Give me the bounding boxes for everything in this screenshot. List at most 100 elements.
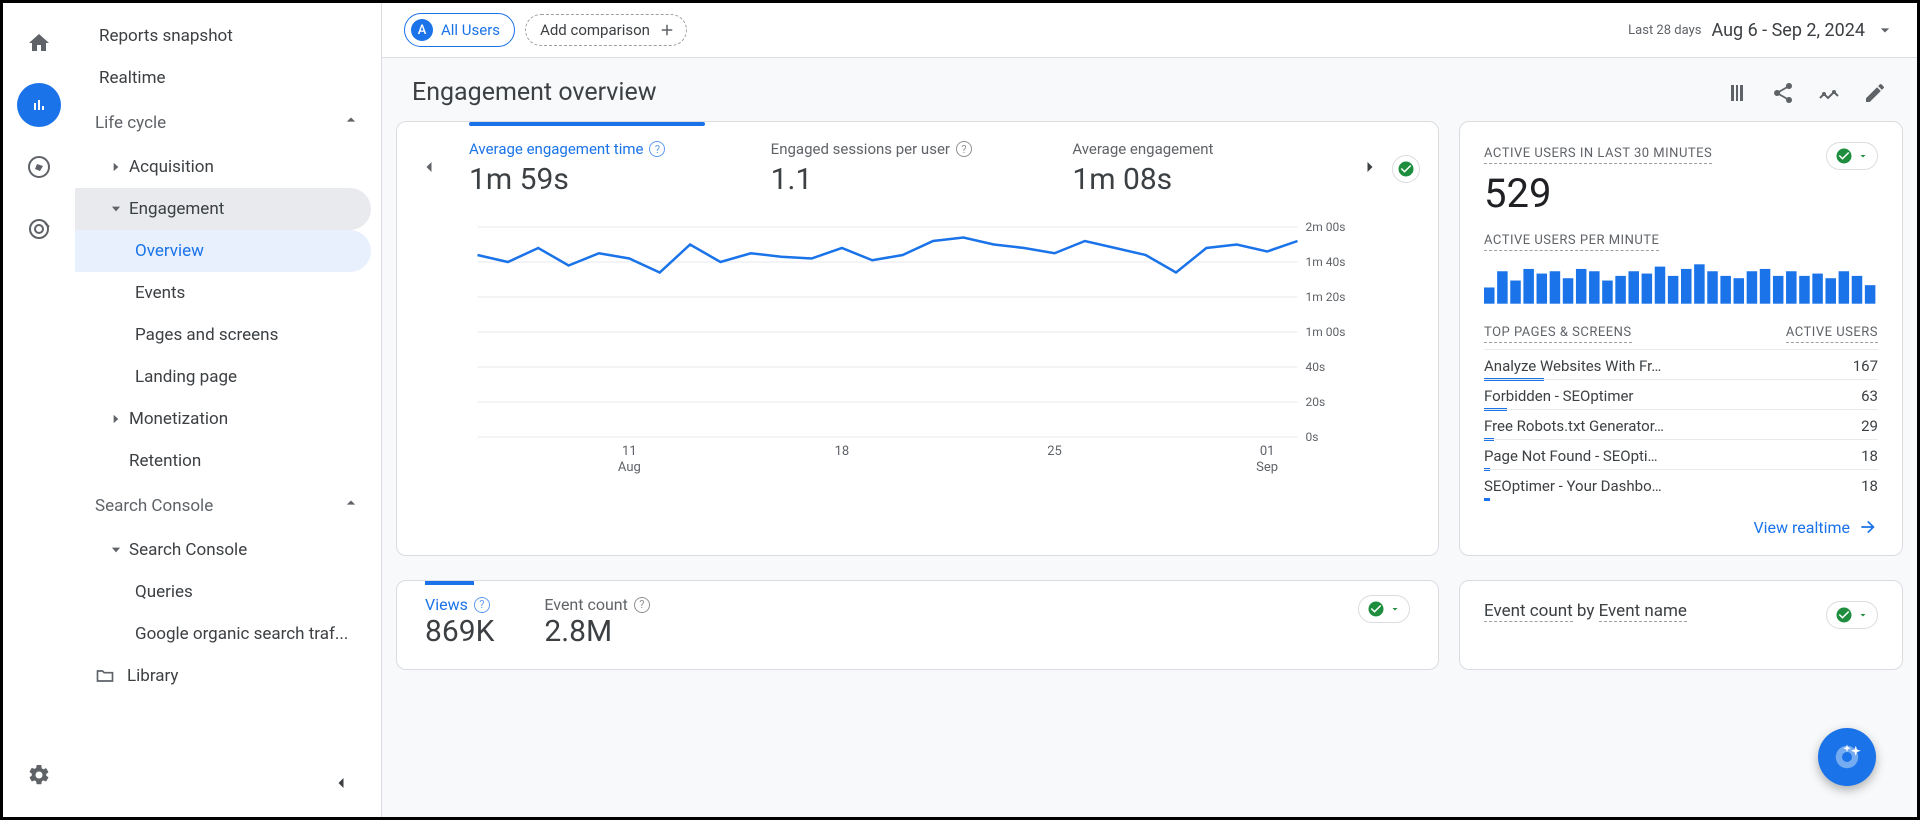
metric-label: Engaged sessions per user — [771, 140, 950, 158]
view-realtime-link[interactable]: View realtime — [1460, 509, 1902, 555]
views-card: Views? 869K Event count? 2.8M — [396, 580, 1439, 670]
sidebar-label: Library — [127, 666, 178, 686]
compare-icon[interactable] — [1725, 81, 1749, 105]
sidebar-item-realtime[interactable]: Realtime — [75, 57, 381, 99]
svg-text:01: 01 — [1260, 444, 1275, 459]
sidebar-item-events[interactable]: Events — [75, 272, 381, 314]
realtime-card: ACTIVE USERS IN LAST 30 MINUTES 529 ACTI… — [1459, 121, 1903, 556]
page-row[interactable]: Forbidden - SEOptimer63 — [1484, 379, 1878, 409]
svg-text:1m 00s: 1m 00s — [1306, 325, 1346, 339]
sidebar-item-library[interactable]: Library — [75, 655, 381, 697]
date-range-label: Last 28 days — [1628, 23, 1701, 38]
explore-icon[interactable] — [17, 145, 61, 189]
metric-label: Views — [425, 595, 468, 614]
advertising-icon[interactable] — [17, 207, 61, 251]
chip-all-users[interactable]: A All Users — [404, 13, 515, 47]
chip-badge: A — [411, 19, 433, 41]
help-icon[interactable]: ? — [634, 597, 650, 613]
event-count-card: Event count by Event name — [1459, 580, 1903, 670]
svg-text:0s: 0s — [1306, 430, 1319, 444]
sidebar-item-pages-screens[interactable]: Pages and screens — [75, 314, 381, 356]
sidebar-label: Search Console — [95, 496, 213, 516]
svg-text:20s: 20s — [1306, 395, 1326, 409]
sidebar-item-engagement[interactable]: Engagement — [75, 188, 371, 230]
metrics-row: Average engagement time? 1m 59s Engaged … — [397, 122, 1438, 207]
page-header: Engagement overview — [382, 58, 1917, 121]
sidebar-label: Engagement — [129, 199, 224, 219]
sidebar-item-organic[interactable]: Google organic search traf... — [75, 613, 381, 655]
metric-engaged-sessions-per-user[interactable]: Engaged sessions per user? 1.1 — [753, 140, 1047, 197]
svg-text:Sep: Sep — [1256, 460, 1278, 475]
reports-icon[interactable] — [17, 83, 61, 127]
chip-add-comparison[interactable]: Add comparison — [525, 14, 687, 46]
help-icon[interactable]: ? — [956, 141, 972, 157]
edit-icon[interactable] — [1863, 81, 1887, 105]
folder-icon — [95, 666, 115, 686]
metric-value: 2.8M — [544, 614, 649, 649]
svg-text:1m 20s: 1m 20s — [1306, 290, 1346, 304]
help-icon[interactable]: ? — [474, 597, 490, 613]
metric-value: 1m 59s — [469, 162, 727, 197]
status-dropdown[interactable] — [1358, 595, 1410, 623]
metric-next-icon[interactable] — [1356, 157, 1384, 181]
metric-label: Average engagement — [1072, 140, 1213, 158]
svg-text:2m 00s: 2m 00s — [1306, 220, 1346, 234]
sidebar-item-monetization[interactable]: Monetization — [75, 398, 381, 440]
chip-label: Add comparison — [540, 21, 650, 39]
per-minute-label: ACTIVE USERS PER MINUTE — [1484, 233, 1659, 251]
engagement-line-chart: 2m 00s1m 40s1m 20s1m 00s40s20s0s11Aug182… — [397, 207, 1438, 501]
page-row[interactable]: SEOptimer - Your Dashbo…18 — [1484, 469, 1878, 499]
sidebar: Reports snapshot Realtime Life cycle Acq… — [75, 3, 381, 817]
sidebar-item-queries[interactable]: Queries — [75, 571, 381, 613]
admin-gear-icon[interactable] — [17, 753, 61, 797]
svg-text:40s: 40s — [1306, 360, 1326, 374]
metric-views[interactable]: Views? 869K — [425, 595, 494, 649]
metric-value: 869K — [425, 614, 494, 649]
caret-right-icon — [109, 160, 129, 174]
metric-value: 1.1 — [771, 162, 1029, 197]
realtime-label: ACTIVE USERS IN LAST 30 MINUTES — [1484, 146, 1712, 164]
metric-event-count[interactable]: Event count? 2.8M — [544, 595, 649, 649]
collapse-sidebar-icon[interactable] — [331, 773, 351, 797]
link-label: View realtime — [1753, 518, 1850, 537]
sidebar-label: Monetization — [129, 409, 228, 429]
svg-text:18: 18 — [835, 444, 850, 459]
status-dropdown[interactable] — [1826, 142, 1878, 170]
sidebar-label: Search Console — [129, 540, 247, 560]
header-actions — [1725, 81, 1887, 105]
table-header: TOP PAGES & SCREENS ACTIVE USERS — [1460, 321, 1902, 349]
sidebar-item-reports-snapshot[interactable]: Reports snapshot — [75, 15, 381, 57]
sidebar-item-landing-page[interactable]: Landing page — [75, 356, 381, 398]
home-icon[interactable] — [17, 21, 61, 65]
page-row[interactable]: Analyze Websites With Fr…167 — [1484, 349, 1878, 379]
comparison-chips: A All Users Add comparison — [404, 13, 687, 47]
status-dropdown[interactable] — [1826, 601, 1878, 629]
sidebar-item-acquisition[interactable]: Acquisition — [75, 146, 381, 188]
caret-down-icon — [109, 543, 129, 557]
sidebar-item-overview[interactable]: Overview — [75, 230, 371, 272]
event-count-by-label: Event count by Event name — [1484, 601, 1687, 621]
status-check-icon[interactable] — [1392, 155, 1420, 183]
per-minute-bars — [1460, 251, 1902, 321]
sidebar-section-search-console[interactable]: Search Console — [75, 482, 381, 529]
sidebar-label: Retention — [129, 451, 201, 471]
sidebar-item-search-console-sub[interactable]: Search Console — [75, 529, 381, 571]
date-range-value: Aug 6 - Sep 2, 2024 — [1711, 20, 1865, 41]
share-icon[interactable] — [1771, 81, 1795, 105]
sidebar-item-retention[interactable]: Retention — [75, 440, 381, 482]
svg-text:25: 25 — [1047, 444, 1062, 459]
assistant-fab[interactable] — [1818, 728, 1876, 786]
metric-avg-engagement-time[interactable]: Average engagement time? 1m 59s — [451, 140, 745, 197]
insights-icon[interactable] — [1817, 81, 1841, 105]
caret-right-icon — [109, 412, 129, 426]
svg-text:11: 11 — [622, 444, 637, 459]
page-row[interactable]: Free Robots.txt Generator…29 — [1484, 409, 1878, 439]
date-range-picker[interactable]: Last 28 days Aug 6 - Sep 2, 2024 — [1628, 20, 1895, 41]
icon-rail — [3, 3, 75, 817]
chip-label: All Users — [441, 21, 500, 39]
metric-prev-icon[interactable] — [415, 157, 443, 181]
page-row[interactable]: Page Not Found - SEOpti…18 — [1484, 439, 1878, 469]
sidebar-section-life-cycle[interactable]: Life cycle — [75, 99, 381, 146]
help-icon[interactable]: ? — [649, 141, 665, 157]
metric-avg-engagement[interactable]: Average engagement 1m 08s — [1054, 140, 1348, 197]
